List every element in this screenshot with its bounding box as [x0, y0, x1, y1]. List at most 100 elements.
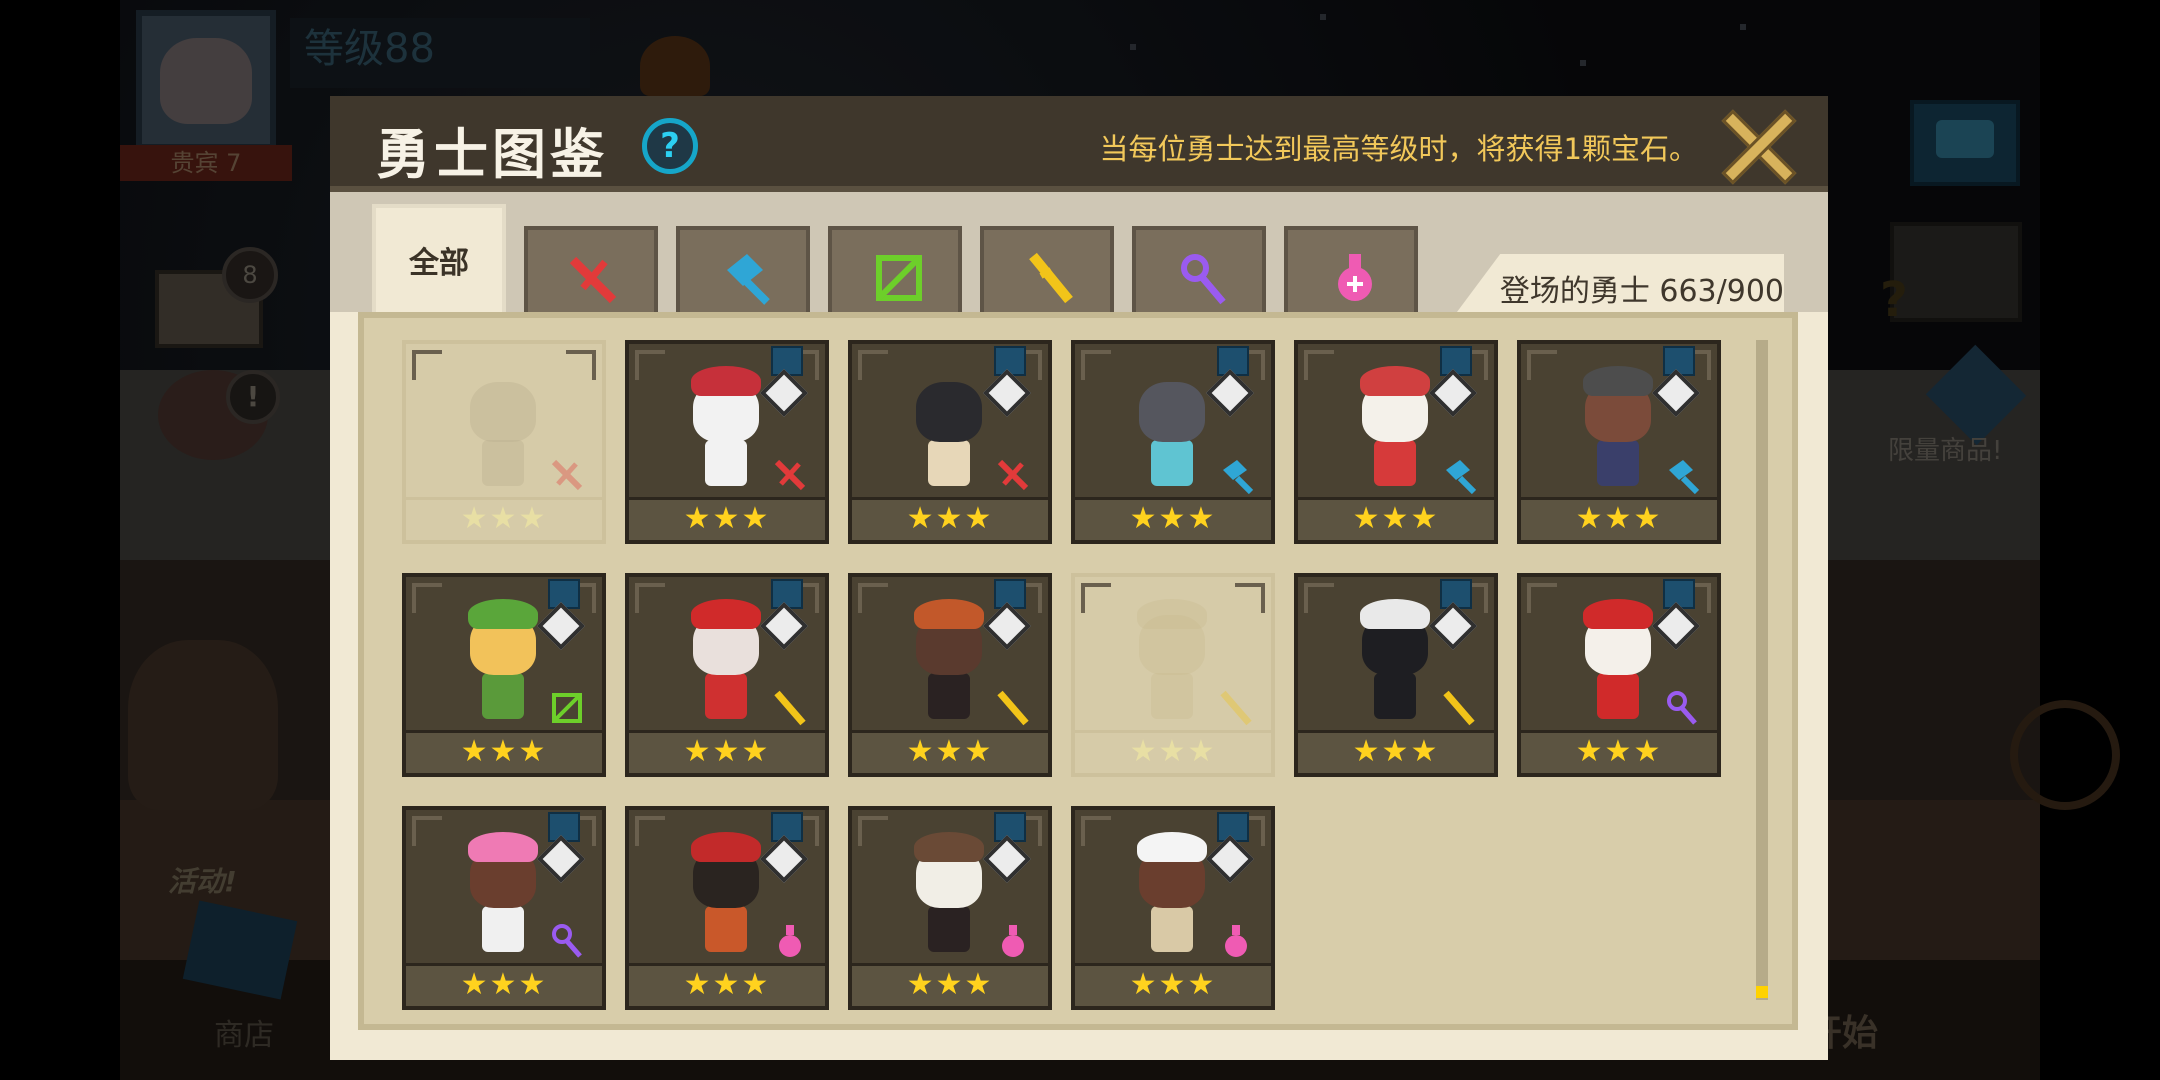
- sprite-hat: [1360, 366, 1430, 396]
- potion-icon: [1225, 925, 1247, 957]
- hammer-icon: [727, 254, 770, 305]
- potion-icon: [779, 925, 801, 957]
- tab-bow[interactable]: [828, 226, 962, 318]
- card-corner: [1304, 583, 1334, 613]
- hero-count-plate: 登场的勇士 663/900: [1454, 254, 1784, 316]
- hero-collection-dialog: 勇士图鉴 ? 当每位勇士达到最高等级时，将获得1颗宝石。 全部 登场的勇士 66…: [330, 96, 1828, 1060]
- star-rating: ★★★: [1521, 730, 1717, 773]
- hero-dark-hair-swordsman-sprite: [906, 376, 992, 496]
- star-rating: ★★★: [1075, 963, 1271, 1006]
- gun-icon: [1029, 252, 1073, 304]
- sword-icon: [997, 459, 1029, 491]
- hero-party-hat-elf-sprite: [460, 599, 546, 729]
- hero-sunglasses-warrior-card[interactable]: ★★★: [625, 806, 829, 1010]
- hammer-icon: [1223, 460, 1254, 494]
- card-corner: [412, 816, 442, 846]
- gun-icon: [774, 690, 806, 726]
- staff-icon: [1181, 254, 1226, 305]
- hero-polar-bear-sprite: [1352, 366, 1438, 496]
- hero-teal-bun-girl-sprite: [1129, 376, 1215, 496]
- hero-count: 登场的勇士 663/900: [1499, 274, 1784, 309]
- hero-goggles-girl-card[interactable]: ★★★: [1517, 340, 1721, 544]
- sprite-head: [916, 382, 982, 442]
- sprite-body: [1151, 673, 1193, 719]
- sprite-body: [928, 906, 970, 952]
- dialog-title: 勇士图鉴: [376, 123, 608, 186]
- tab-potion[interactable]: [1284, 226, 1418, 318]
- sprite-body: [1374, 673, 1416, 719]
- hero-devil-girl-card[interactable]: ★★★: [848, 573, 1052, 777]
- card-corner: [1081, 350, 1111, 380]
- potion-icon: [1002, 925, 1024, 957]
- hero-penguin-hood-card[interactable]: ★★★: [1294, 573, 1498, 777]
- card-corner: [1527, 350, 1557, 380]
- sprite-body: [482, 906, 524, 952]
- hero-devil-girl-sprite: [906, 599, 992, 729]
- sprite-body: [1374, 440, 1416, 486]
- card-corner: [858, 583, 888, 613]
- star-rating: ★★★: [629, 730, 825, 773]
- sprite-body: [705, 673, 747, 719]
- hero-santa-girl-sprite: [683, 599, 769, 729]
- sprite-hat: [1360, 599, 1430, 629]
- sprite-hat: [1583, 599, 1653, 629]
- hero-chef-card[interactable]: ★★★: [1071, 806, 1275, 1010]
- tab-sword[interactable]: [524, 226, 658, 318]
- sprite-body: [705, 906, 747, 952]
- hero-straw-hat-card[interactable]: ★★★: [1071, 573, 1275, 777]
- sprite-hat: [691, 366, 761, 396]
- hammer-icon: [1446, 460, 1477, 494]
- card-corner: [858, 816, 888, 846]
- card-corner: [566, 350, 596, 380]
- hero-pink-bow-girl-card[interactable]: ★★★: [402, 806, 606, 1010]
- scrollbar-track[interactable]: [1756, 340, 1768, 1000]
- sprite-hat: [1137, 832, 1207, 862]
- help-button[interactable]: ?: [642, 118, 698, 174]
- star-rating: ★★★: [629, 497, 825, 540]
- sprite-hat: [1583, 366, 1653, 396]
- sword-icon: [774, 459, 806, 491]
- hero-teal-bun-girl-card[interactable]: ★★★: [1071, 340, 1275, 544]
- star-rating: ★★★: [1075, 730, 1271, 773]
- tab-all[interactable]: 全部: [372, 204, 506, 316]
- tab-hammer[interactable]: [676, 226, 810, 318]
- sword-icon: [569, 256, 617, 304]
- hero-snowman-card[interactable]: ★★★: [625, 340, 829, 544]
- sprite-hat: [468, 599, 538, 629]
- star-rating: ★★★: [1298, 730, 1494, 773]
- tab-gun[interactable]: [980, 226, 1114, 318]
- sprite-head: [1139, 382, 1205, 442]
- card-corner: [412, 583, 442, 613]
- star-rating: ★★★: [852, 963, 1048, 1006]
- tab-staff[interactable]: [1132, 226, 1266, 318]
- star-rating: ★★★: [406, 497, 602, 540]
- hero-party-hat-elf-card[interactable]: ★★★: [402, 573, 606, 777]
- gun-icon: [1220, 690, 1252, 726]
- sprite-hat: [691, 832, 761, 862]
- sword-icon: [551, 459, 583, 491]
- hero-straw-hat-sprite: [1129, 599, 1215, 729]
- hero-silhouette-card[interactable]: ★★★: [402, 340, 606, 544]
- bow-icon: [876, 255, 922, 301]
- sprite-body: [705, 440, 747, 486]
- sprite-hat: [914, 599, 984, 629]
- card-corner: [635, 583, 665, 613]
- hero-antler-girl-card[interactable]: ★★★: [848, 806, 1052, 1010]
- sprite-body: [1597, 440, 1639, 486]
- close-button[interactable]: [1720, 108, 1797, 185]
- reward-hint: 当每位勇士达到最高等级时，将获得1颗宝石。: [1099, 132, 1698, 166]
- hero-snowman-sprite: [683, 366, 769, 496]
- sprite-body: [928, 440, 970, 486]
- hero-santa-claus-sprite: [1575, 599, 1661, 729]
- hero-santa-girl-card[interactable]: ★★★: [625, 573, 829, 777]
- sprite-hat: [1137, 599, 1207, 629]
- star-rating: ★★★: [406, 963, 602, 1006]
- card-corner: [1235, 583, 1265, 613]
- staff-icon: [1667, 691, 1697, 725]
- card-corner: [1304, 350, 1334, 380]
- hero-dark-hair-swordsman-card[interactable]: ★★★: [848, 340, 1052, 544]
- dialog-header: 勇士图鉴 ? 当每位勇士达到最高等级时，将获得1颗宝石。: [330, 96, 1828, 192]
- hero-polar-bear-card[interactable]: ★★★: [1294, 340, 1498, 544]
- hero-santa-claus-card[interactable]: ★★★: [1517, 573, 1721, 777]
- scrollbar-thumb[interactable]: [1756, 986, 1768, 998]
